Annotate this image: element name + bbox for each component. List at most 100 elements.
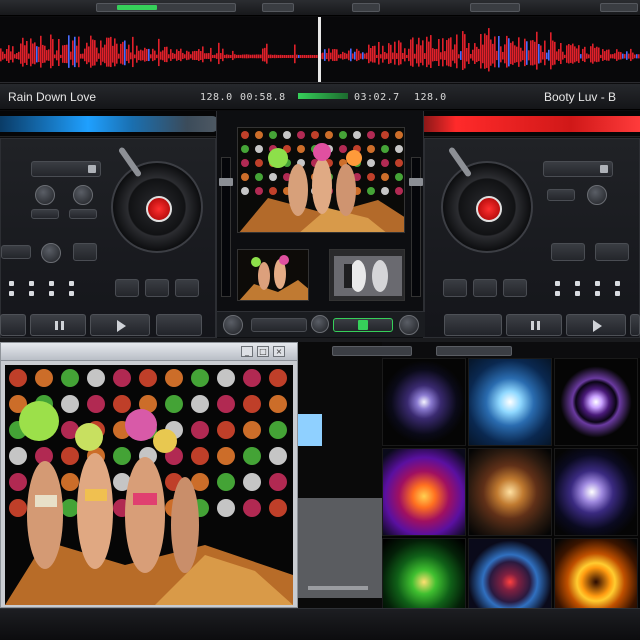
left-pad-7[interactable]: [49, 291, 54, 296]
video-window-titlebar[interactable]: _ □ ×: [1, 343, 297, 361]
waveform-bar: [246, 54, 248, 59]
left-cue-button[interactable]: [0, 314, 26, 336]
right-cue-button[interactable]: [444, 314, 502, 336]
waveform-bar: [400, 42, 402, 65]
right-pad-8[interactable]: [615, 291, 620, 296]
video-fx-selector[interactable]: [251, 318, 307, 332]
waveform-bar: [612, 54, 614, 59]
right-pad-6[interactable]: [575, 291, 580, 296]
right-sync-button[interactable]: [630, 314, 640, 336]
right-video-preview[interactable]: [329, 249, 405, 301]
left-fx-button-2[interactable]: [69, 209, 97, 219]
maximize-icon[interactable]: □: [257, 346, 269, 357]
left-sample-button-3[interactable]: [175, 279, 199, 297]
waveform-bar: [28, 53, 30, 59]
waveform-bar: [460, 51, 462, 60]
video-fx-knob[interactable]: [311, 315, 329, 333]
right-pad-3[interactable]: [595, 281, 600, 286]
waveform-bar: [52, 39, 54, 66]
right-sample-button-1[interactable]: [443, 279, 467, 297]
right-play-button[interactable]: [566, 314, 626, 336]
stage-light: [269, 473, 287, 491]
fx-thumbnail-4[interactable]: [382, 448, 466, 536]
crossfader-handle[interactable]: [358, 320, 368, 330]
left-volume-fader[interactable]: [219, 157, 233, 297]
left-effect-selector[interactable]: [31, 161, 101, 177]
right-effect-knob[interactable]: [587, 185, 607, 205]
left-pad-5[interactable]: [9, 291, 14, 296]
top-button-2[interactable]: [352, 3, 380, 12]
waveform-bar: [268, 54, 270, 59]
right-fx-button-1[interactable]: [547, 189, 575, 201]
fx-thumbnail-3[interactable]: [554, 358, 638, 446]
right-pad-2[interactable]: [575, 281, 580, 286]
fx-thumbnail-1[interactable]: [382, 358, 466, 446]
left-sample-button-2[interactable]: [145, 279, 169, 297]
stage-light: [241, 173, 249, 181]
left-pad-4[interactable]: [69, 281, 74, 286]
waveform-bar: [176, 49, 178, 61]
left-play-button[interactable]: [90, 314, 150, 336]
waveform-bar: [190, 54, 192, 59]
pitch-sync-meter: [298, 93, 348, 99]
info-pane: [298, 498, 382, 598]
right-sample-button-3[interactable]: [503, 279, 527, 297]
fx-thumbnail-2[interactable]: [468, 358, 552, 446]
waveform-bar: [476, 46, 478, 63]
left-effect-knob-1[interactable]: [35, 185, 55, 205]
video-crossfader[interactable]: [333, 318, 393, 332]
left-turntable-icon[interactable]: [111, 161, 203, 253]
right-pad-5[interactable]: [555, 291, 560, 296]
left-sync-button[interactable]: [156, 314, 202, 336]
left-sample-button-1[interactable]: [115, 279, 139, 297]
transitions-tab[interactable]: [436, 346, 512, 356]
left-lock-button[interactable]: [73, 243, 97, 261]
fx-thumbnail-5[interactable]: [468, 448, 552, 536]
left-pause-button[interactable]: [30, 314, 86, 336]
right-loop-button-2[interactable]: [595, 243, 629, 261]
left-pad-3[interactable]: [49, 281, 54, 286]
right-pad-1[interactable]: [555, 281, 560, 286]
left-fx-button-1[interactable]: [31, 209, 59, 219]
top-button-1[interactable]: [262, 3, 294, 12]
stage-light: [297, 145, 305, 153]
waveform-bar: [266, 43, 268, 64]
right-pad-7[interactable]: [595, 291, 600, 296]
overview-waveform[interactable]: [0, 17, 640, 83]
left-loop-knob[interactable]: [41, 243, 61, 263]
effects-tab[interactable]: [332, 346, 412, 356]
waveform-bar: [140, 49, 142, 61]
right-effect-selector[interactable]: [543, 161, 613, 177]
master-video-preview[interactable]: [237, 127, 405, 233]
waveform-bar: [314, 54, 316, 59]
video-output-window[interactable]: _ □ ×: [0, 342, 298, 608]
right-pad-4[interactable]: [615, 281, 620, 286]
video-transition-knob[interactable]: [223, 315, 243, 335]
waveform-bar: [502, 51, 504, 60]
waveform-bar: [80, 53, 82, 59]
close-icon[interactable]: ×: [273, 346, 285, 357]
stage-light: [255, 159, 263, 167]
waveform-bar: [32, 43, 34, 64]
fx-thumbnail-6[interactable]: [554, 448, 638, 536]
left-pad-6[interactable]: [29, 291, 34, 296]
left-fader-handle[interactable]: [219, 178, 233, 186]
right-loop-button-1[interactable]: [551, 243, 585, 261]
left-pad-1[interactable]: [9, 281, 14, 286]
right-turntable-icon[interactable]: [441, 161, 533, 253]
left-effect-knob-2[interactable]: [73, 185, 93, 205]
waveform-bar: [554, 41, 556, 65]
video-output-knob[interactable]: [399, 315, 419, 335]
right-fader-handle[interactable]: [409, 178, 423, 186]
minimize-icon[interactable]: _: [241, 346, 253, 357]
waveform-bar: [106, 37, 108, 67]
waveform-bar: [636, 54, 638, 59]
left-video-preview[interactable]: [237, 249, 309, 301]
left-pad-2[interactable]: [29, 281, 34, 286]
right-sample-button-2[interactable]: [473, 279, 497, 297]
right-volume-fader[interactable]: [409, 157, 423, 297]
top-right-button[interactable]: [600, 3, 638, 12]
right-pause-button[interactable]: [506, 314, 562, 336]
left-pad-8[interactable]: [69, 291, 74, 296]
left-loop-button[interactable]: [1, 245, 31, 259]
